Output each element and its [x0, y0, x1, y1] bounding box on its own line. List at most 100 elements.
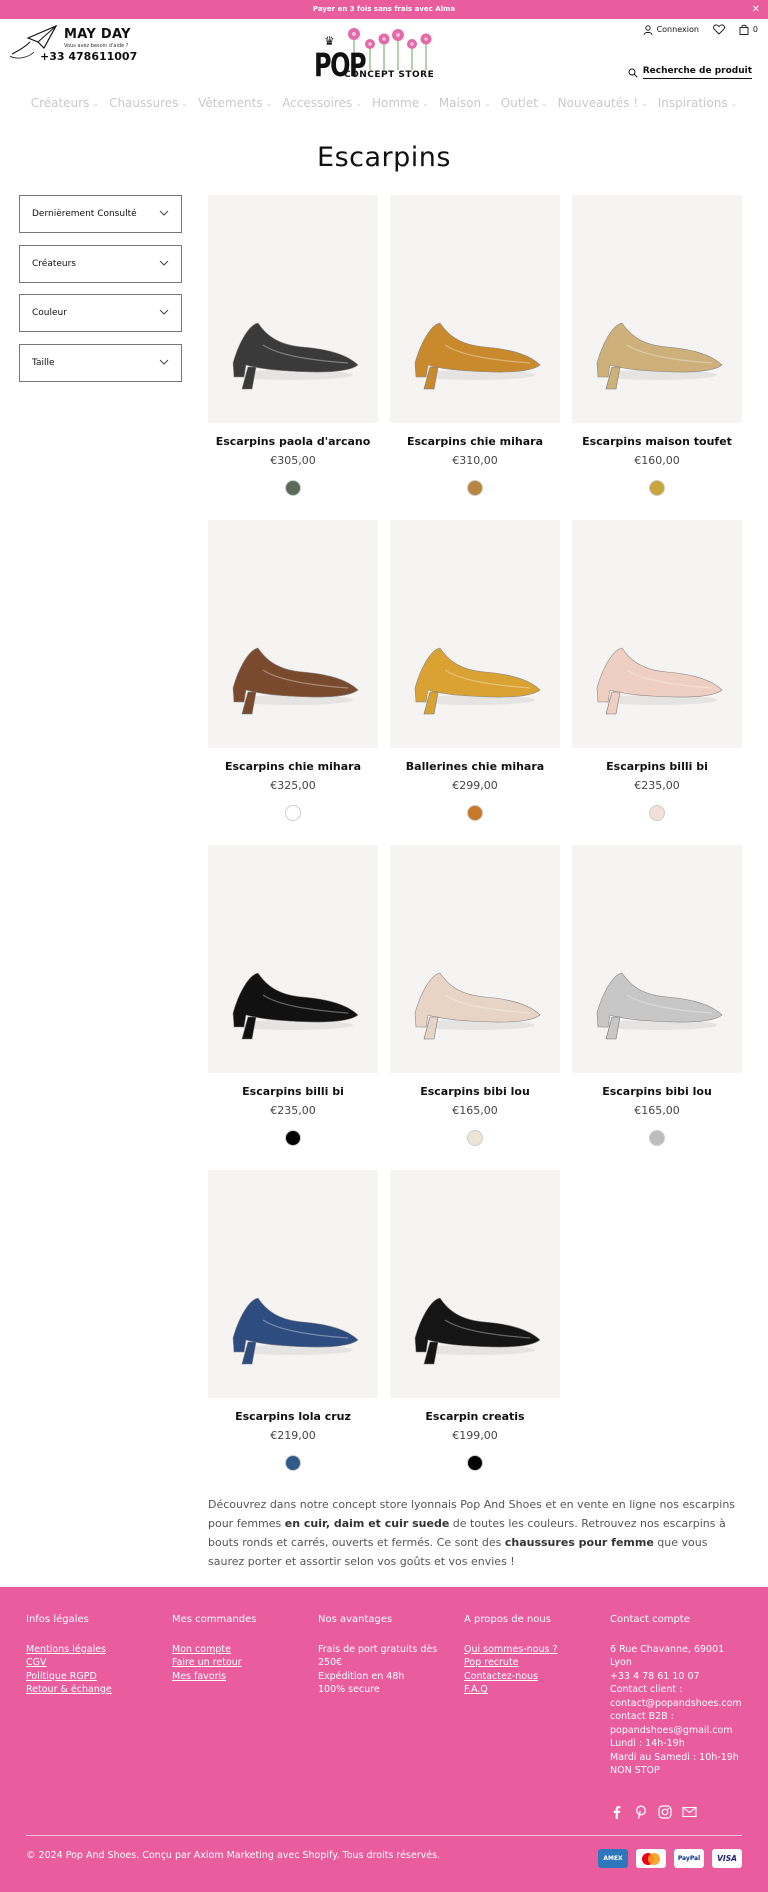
product-name[interactable]: Escarpins maison toufet — [572, 435, 742, 448]
nav-item[interactable]: Outlet ⌄ — [496, 96, 553, 110]
product-search[interactable]: Recherche de produit — [628, 66, 752, 79]
product-image[interactable] — [572, 520, 742, 748]
product-price: €325,00 — [270, 779, 316, 792]
contact-line: popandshoes@gmail.com — [610, 1724, 733, 1736]
product-name[interactable]: Escarpin creatis — [390, 1410, 560, 1423]
nav-item[interactable]: Vêtements ⌄ — [193, 96, 277, 110]
product-image[interactable] — [390, 520, 560, 748]
product-image[interactable] — [390, 845, 560, 1073]
product-name[interactable]: Escarpins chie mihara — [208, 760, 378, 773]
search-input[interactable]: Recherche de produit — [642, 66, 752, 79]
product-card[interactable]: Escarpin creatis €199,00 — [390, 1170, 560, 1471]
advantage-line: Expédition en 48h — [318, 1670, 405, 1682]
color-swatch[interactable] — [467, 805, 483, 821]
product-name[interactable]: Escarpins bibi lou — [390, 1085, 560, 1098]
product-image[interactable] — [390, 195, 560, 423]
footer-link-about[interactable]: Qui sommes-nous ? — [464, 1643, 594, 1657]
color-swatch[interactable] — [285, 805, 301, 821]
product-name[interactable]: Escarpins bibi lou — [572, 1085, 742, 1098]
product-image[interactable] — [208, 845, 378, 1073]
footer-link-return[interactable]: Faire un retour — [172, 1656, 302, 1670]
instagram-icon[interactable] — [658, 1805, 672, 1819]
product-name[interactable]: Escarpins chie mihara — [390, 435, 560, 448]
footer-link-returns[interactable]: Retour & échange — [26, 1683, 156, 1697]
contact-line: Lyon — [610, 1657, 632, 1668]
header-actions: Connexion 0 — [643, 24, 758, 35]
mayday-help-block[interactable]: MAY DAY Vous avez besoin d'aide ? +33 47… — [8, 24, 138, 64]
color-swatch[interactable] — [285, 1130, 301, 1146]
contact-line: contact@popandshoes.com — [610, 1697, 742, 1709]
footer-link-jobs[interactable]: Pop recrute — [464, 1656, 594, 1670]
footer-link-mentions[interactable]: Mentions légales — [26, 1643, 156, 1657]
product-card[interactable]: Escarpins chie mihara €310,00 — [390, 195, 560, 496]
nav-item[interactable]: Chaussures ⌄ — [104, 96, 193, 110]
wishlist-button[interactable] — [713, 24, 725, 35]
color-swatch[interactable] — [285, 1455, 301, 1471]
product-card[interactable]: Escarpins billi bi €235,00 — [208, 845, 378, 1146]
close-icon[interactable]: ✕ — [752, 0, 760, 19]
filter-dropdown[interactable]: Créateurs — [19, 244, 182, 283]
product-card[interactable]: Escarpins lola cruz €219,00 — [208, 1170, 378, 1471]
site-logo[interactable]: ♛ POP CONCEPT STORE — [310, 26, 440, 84]
contact-line: contact B2B : — [610, 1711, 674, 1722]
nav-item[interactable]: Inspirations ⌄ — [653, 96, 743, 110]
color-swatch[interactable] — [467, 1455, 483, 1471]
product-name[interactable]: Escarpins billi bi — [208, 1085, 378, 1098]
product-name[interactable]: Escarpins lola cruz — [208, 1410, 378, 1423]
color-swatch[interactable] — [649, 480, 665, 496]
nav-item[interactable]: Homme ⌄ — [367, 96, 434, 110]
product-image[interactable] — [390, 1170, 560, 1398]
nav-item[interactable]: Créateurs ⌄ — [26, 96, 104, 110]
footer-link-cgv[interactable]: CGV — [26, 1656, 156, 1670]
cart-count: 0 — [752, 25, 758, 34]
footer-link-account[interactable]: Mon compte — [172, 1643, 302, 1657]
pinterest-icon[interactable] — [634, 1805, 648, 1819]
product-card[interactable]: Ballerines chie mihara €299,00 — [390, 520, 560, 821]
facebook-icon[interactable] — [610, 1805, 624, 1819]
filter-label: Couleur — [32, 308, 67, 318]
announcement-text: Payer en 3 fois sans frais avec Alma — [312, 5, 456, 13]
nav-item[interactable]: Nouveautés ! ⌄ — [553, 96, 653, 110]
filter-dropdown[interactable]: Couleur — [19, 294, 182, 332]
color-swatch[interactable] — [285, 480, 301, 496]
product-card[interactable]: Escarpins chie mihara €325,00 — [208, 520, 378, 821]
product-name[interactable]: Escarpins billi bi — [572, 760, 742, 773]
product-card[interactable]: Escarpins billi bi €235,00 — [572, 520, 742, 821]
footer-link-contact[interactable]: Contactez-nous — [464, 1670, 594, 1684]
mail-icon[interactable] — [682, 1805, 697, 1819]
desc-bold-2: chaussures pour femme — [504, 1536, 654, 1549]
color-swatch[interactable] — [649, 805, 665, 821]
product-image[interactable] — [572, 845, 742, 1073]
product-name[interactable]: Escarpins paola d'arcano — [208, 435, 378, 448]
filter-dropdown[interactable]: Dernièrement Consulté — [19, 195, 182, 233]
footer-link-faq[interactable]: F.A.Q — [464, 1683, 594, 1697]
nav-item-label: Nouveautés ! — [557, 96, 639, 110]
product-card[interactable]: Escarpins bibi lou €165,00 — [390, 845, 560, 1146]
filter-dropdown[interactable]: Taille — [19, 343, 182, 382]
color-swatch[interactable] — [649, 1130, 665, 1146]
cart-button[interactable]: 0 — [739, 24, 758, 35]
product-image[interactable] — [208, 1170, 378, 1398]
category-description: Découvrez dans notre concept store lyonn… — [208, 1495, 738, 1571]
login-link[interactable]: Connexion — [643, 24, 699, 35]
product-image[interactable] — [208, 520, 378, 748]
product-card[interactable]: Escarpins maison toufet €160,00 — [572, 195, 742, 496]
product-card[interactable]: Escarpins bibi lou €165,00 — [572, 845, 742, 1146]
nav-item[interactable]: Accessoires ⌄ — [277, 96, 367, 110]
mayday-phone[interactable]: +33 478611007 — [40, 50, 137, 63]
color-swatch[interactable] — [467, 480, 483, 496]
footer-link-rgpd[interactable]: Politique RGPD — [26, 1670, 156, 1684]
mayday-subtitle: Vous avez besoin d'aide ? — [64, 43, 129, 49]
color-swatch[interactable] — [467, 1130, 483, 1146]
nav-item[interactable]: Maison ⌄ — [434, 96, 496, 110]
footer-link-favorites[interactable]: Mes favoris — [172, 1670, 302, 1684]
product-image[interactable] — [572, 195, 742, 423]
chevron-down-icon — [159, 209, 169, 219]
product-price: €165,00 — [634, 1104, 680, 1117]
product-card[interactable]: Escarpins paola d'arcano €305,00 — [208, 195, 378, 496]
product-image[interactable] — [208, 195, 378, 423]
announcement-bar: Payer en 3 fois sans frais avec Alma ✕ — [0, 0, 768, 19]
footer-divider — [26, 1835, 742, 1836]
product-name[interactable]: Ballerines chie mihara — [390, 760, 560, 773]
footer-legal: Infos légales Mentions légales CGV Polit… — [26, 1613, 156, 1697]
